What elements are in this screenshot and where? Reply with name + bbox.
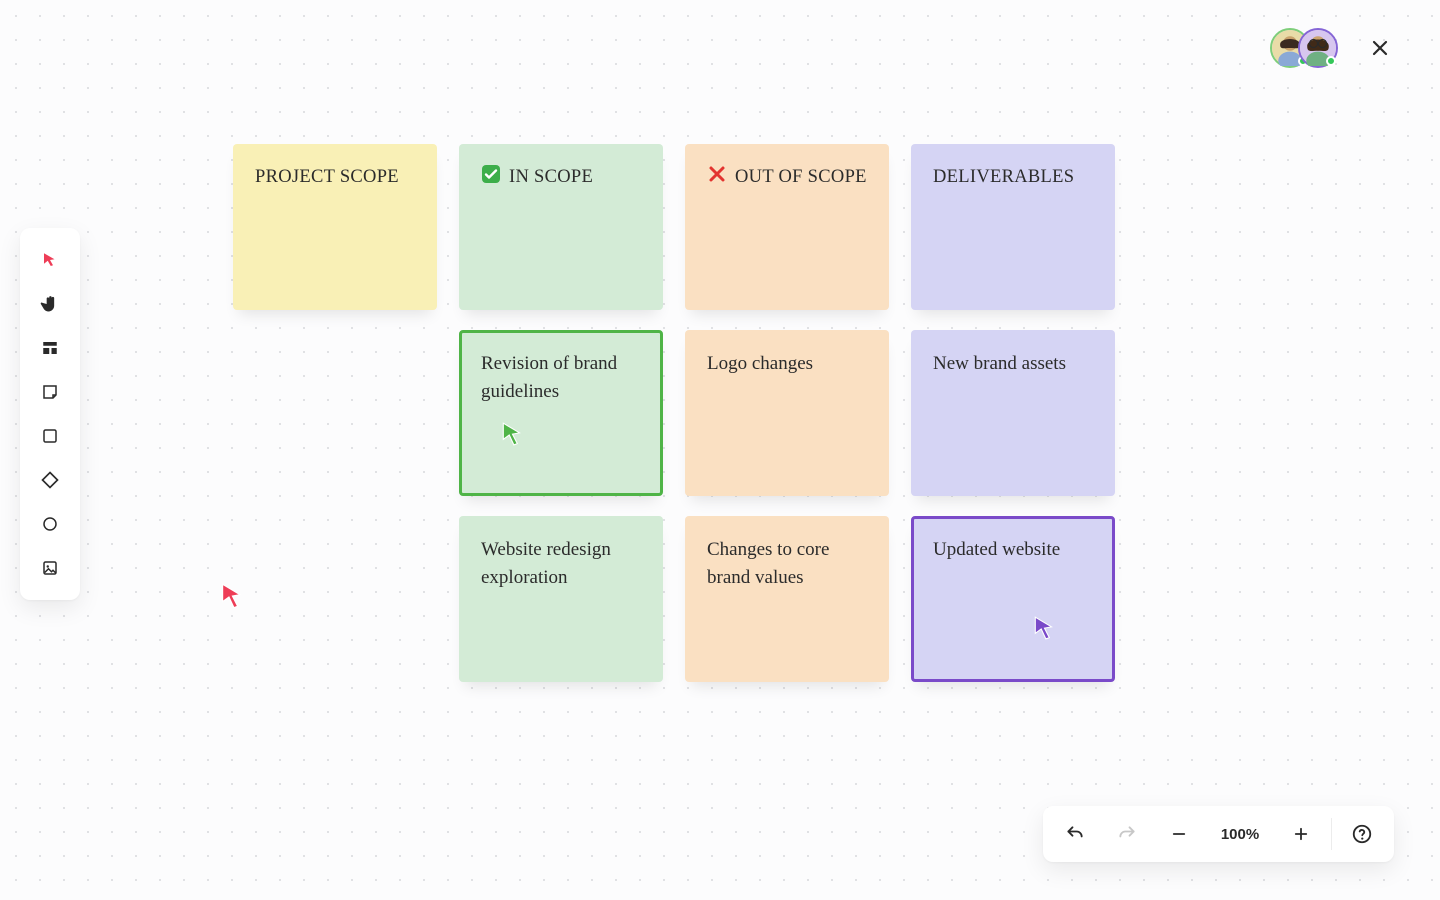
note-text: New brand assets	[933, 350, 1066, 378]
note-deliverable-1[interactable]: New brand assets	[911, 330, 1115, 496]
note-text: In Scope	[509, 164, 593, 191]
tool-pan[interactable]	[28, 282, 72, 326]
image-icon	[41, 559, 59, 577]
tool-select[interactable]	[28, 238, 72, 282]
header-note-project-scope[interactable]: Project Scope	[233, 144, 437, 310]
avatar-collaborator-2[interactable]	[1298, 28, 1338, 68]
help-icon	[1351, 823, 1373, 845]
canvas-cursor	[219, 582, 247, 617]
minus-icon	[1170, 825, 1188, 843]
note-text: Project Scope	[255, 164, 399, 191]
note-out-of-scope-1[interactable]: Logo changes	[685, 330, 889, 496]
cursor-icon	[41, 251, 59, 269]
controls: 100%	[1043, 806, 1394, 862]
circle-icon	[41, 515, 59, 533]
zoom-out-button[interactable]	[1153, 806, 1205, 862]
note-in-scope-1[interactable]: Revision of brand guidelines	[459, 330, 663, 496]
tool-circle[interactable]	[28, 502, 72, 546]
note-in-scope-2[interactable]: Website redesign exploration	[459, 516, 663, 682]
x-icon	[707, 164, 727, 184]
cursor-icon	[219, 582, 247, 612]
diamond-icon	[40, 470, 60, 490]
presence-dot-icon	[1326, 56, 1336, 66]
note-text: Changes to core brand values	[707, 536, 867, 591]
collab-cursor-green	[500, 421, 526, 458]
rectangle-icon	[41, 427, 59, 445]
header	[1270, 28, 1394, 68]
plus-icon	[1292, 825, 1310, 843]
header-note-deliverables[interactable]: Deliverables	[911, 144, 1115, 310]
header-note-in-scope[interactable]: In Scope	[459, 144, 663, 310]
check-icon	[481, 164, 501, 184]
board[interactable]: Project Scope In Scope Out of Scope Deli…	[233, 144, 1115, 682]
zoom-in-button[interactable]	[1275, 806, 1327, 862]
cursor-icon	[1032, 615, 1058, 643]
collab-cursor-purple	[1032, 615, 1058, 652]
sticky-icon	[41, 383, 59, 401]
undo-button[interactable]	[1049, 806, 1101, 862]
tool-rectangle[interactable]	[28, 414, 72, 458]
undo-icon	[1065, 824, 1085, 844]
hand-icon	[40, 294, 60, 314]
zoom-level[interactable]: 100%	[1205, 826, 1275, 843]
redo-button[interactable]	[1101, 806, 1153, 862]
note-text: Updated website	[933, 536, 1060, 564]
tool-template[interactable]	[28, 326, 72, 370]
template-icon	[41, 339, 59, 357]
avatar-stack	[1270, 28, 1338, 68]
note-out-of-scope-2[interactable]: Changes to core brand values	[685, 516, 889, 682]
toolbar	[20, 228, 80, 600]
note-text: Out of Scope	[735, 164, 867, 191]
note-deliverable-2[interactable]: Updated website	[911, 516, 1115, 682]
help-button[interactable]	[1336, 806, 1388, 862]
note-text: Deliverables	[933, 164, 1074, 191]
redo-icon	[1117, 824, 1137, 844]
note-text: Logo changes	[707, 350, 813, 378]
divider	[1331, 818, 1332, 850]
tool-sticky[interactable]	[28, 370, 72, 414]
note-text: Website redesign exploration	[481, 536, 641, 591]
header-note-out-of-scope[interactable]: Out of Scope	[685, 144, 889, 310]
tool-diamond[interactable]	[28, 458, 72, 502]
note-text: Revision of brand guidelines	[481, 350, 641, 405]
cursor-icon	[500, 421, 526, 449]
close-button[interactable]	[1366, 34, 1394, 62]
close-icon	[1371, 39, 1389, 57]
tool-image[interactable]	[28, 546, 72, 590]
